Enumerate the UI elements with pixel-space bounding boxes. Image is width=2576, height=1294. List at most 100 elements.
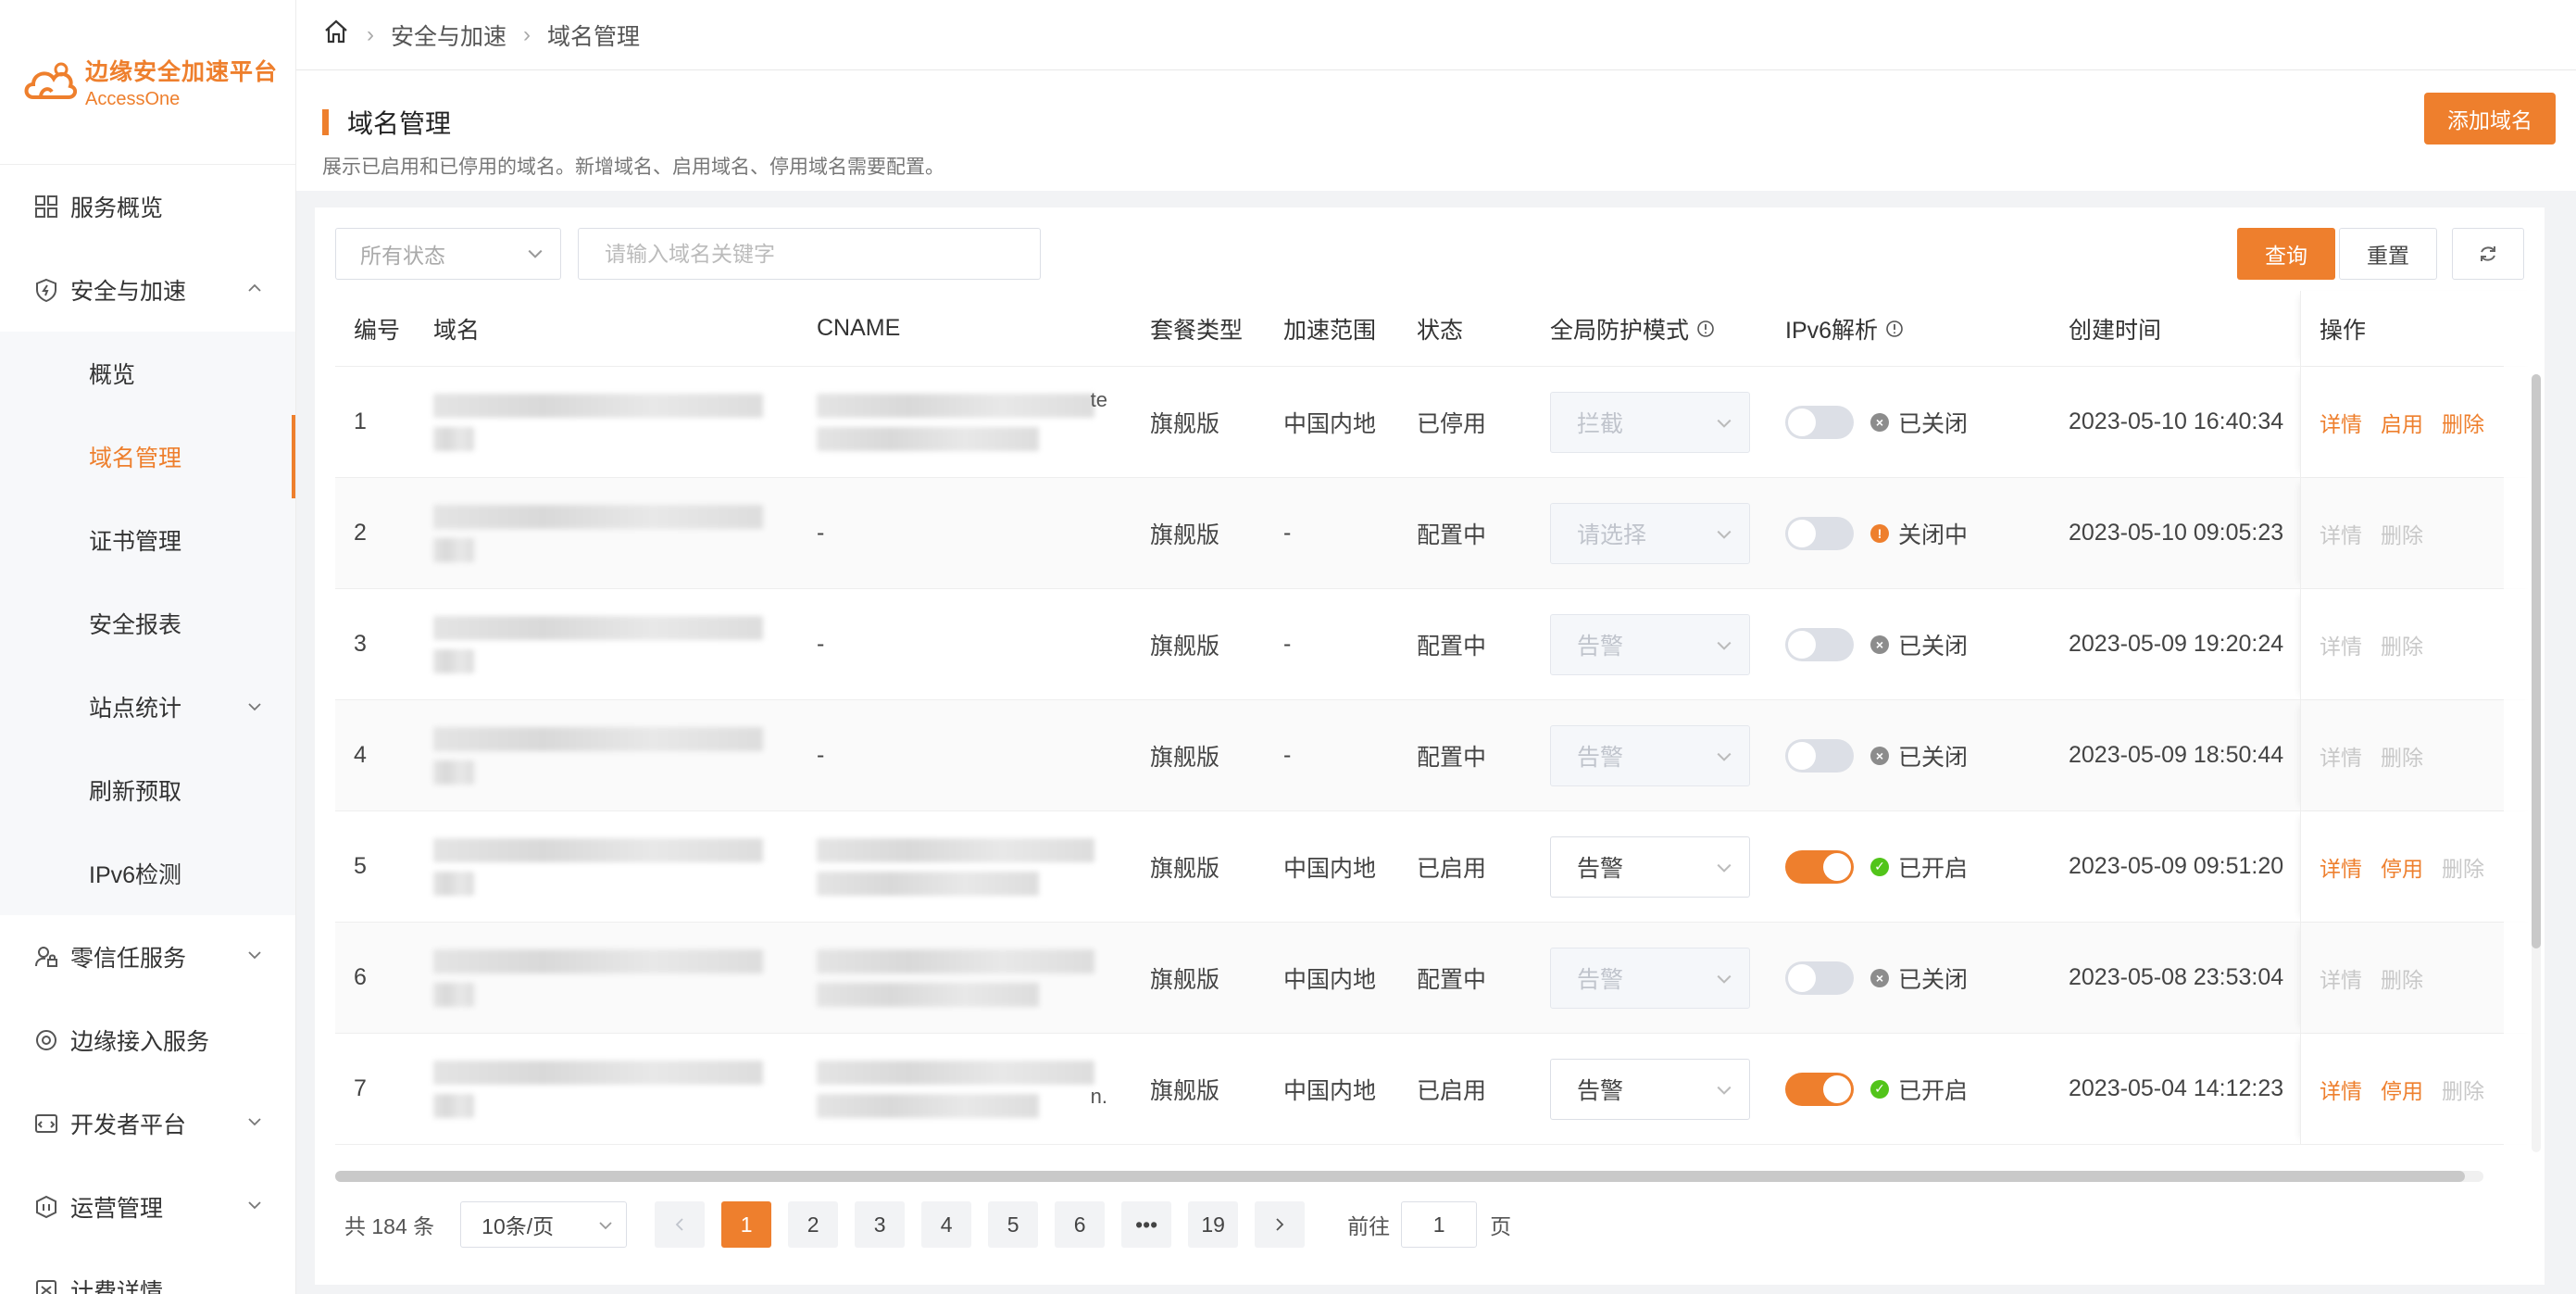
row-action-1[interactable]: 启用: [2381, 407, 2423, 438]
protection-mode-select[interactable]: 告警: [1550, 835, 1750, 898]
sidebar-item-zero-trust[interactable]: 零信任服务: [0, 915, 295, 999]
protection-mode-select[interactable]: 告警: [1550, 1058, 1750, 1120]
domain-redacted: [433, 1060, 763, 1118]
page-button[interactable]: 4: [921, 1201, 972, 1248]
column-header: 创建时间: [2069, 317, 2162, 344]
sidebar-item-domain-management[interactable]: 域名管理: [0, 415, 295, 498]
chevron-down-icon: [528, 249, 543, 258]
ipv6-toggle[interactable]: [1785, 1072, 1854, 1106]
page-button[interactable]: 1: [721, 1201, 772, 1248]
sidebar-item-security-acceleration[interactable]: 安全与加速: [0, 248, 295, 332]
chevron-down-icon: [1717, 863, 1732, 873]
domain-search-input[interactable]: [578, 228, 1041, 280]
domain-cell[interactable]: [415, 700, 798, 810]
row-action-2[interactable]: 删除: [2442, 851, 2484, 883]
row-action-1[interactable]: 删除: [2381, 629, 2423, 660]
actions-cell: 详情 启用 删除: [2300, 367, 2541, 477]
plan-cell: 旗舰版: [1150, 1077, 1220, 1104]
horizontal-scrollbar[interactable]: [335, 1171, 2483, 1182]
sidebar-item-refresh-prefetch[interactable]: 刷新预取: [0, 748, 295, 832]
row-action-2[interactable]: 删除: [2442, 407, 2484, 438]
scope-cell: 中国内地: [1283, 966, 1377, 993]
vertical-scrollbar[interactable]: [2532, 374, 2541, 1152]
row-action-0[interactable]: 详情: [2320, 518, 2362, 549]
info-icon[interactable]: [1885, 320, 1904, 338]
scope-cell: -: [1283, 520, 1292, 546]
row-action-0[interactable]: 详情: [2320, 1074, 2362, 1105]
row-action-0[interactable]: 详情: [2320, 740, 2362, 772]
table-row: 1 te 旗舰版 中国内地 已停用 拦截 × 已关闭 2023-05-10 16:40:34 详情…: [335, 367, 2504, 478]
sidebar-item-security-report[interactable]: 安全报表: [0, 582, 295, 665]
page-button[interactable]: 6: [1055, 1201, 1106, 1248]
brand-logo[interactable]: 边缘安全加速平台 AccessOne: [0, 0, 295, 165]
more-pages-button[interactable]: •••: [1121, 1201, 1172, 1248]
ipv6-toggle[interactable]: [1785, 516, 1854, 550]
status-select[interactable]: 所有状态: [335, 228, 561, 280]
edge-access-icon: [33, 1027, 59, 1053]
scrollbar-thumb[interactable]: [2532, 374, 2541, 949]
sidebar-item-overview[interactable]: 概览: [0, 332, 295, 415]
close-circle-icon: ×: [1870, 412, 1889, 432]
goto-page-input[interactable]: [1401, 1201, 1478, 1248]
row-action-1[interactable]: 删除: [2381, 518, 2423, 549]
next-page-button[interactable]: [1255, 1201, 1306, 1248]
goto-prefix: 前往: [1347, 1214, 1391, 1238]
row-action-0[interactable]: 详情: [2320, 851, 2362, 883]
page-button[interactable]: 5: [988, 1201, 1039, 1248]
sidebar-item-label: 边缘接入服务: [70, 1029, 210, 1055]
protection-mode-select[interactable]: 请选择: [1550, 502, 1750, 564]
protection-mode-select[interactable]: 告警: [1550, 947, 1750, 1009]
domain-cell[interactable]: [415, 811, 798, 922]
column-header-ipv6: IPv6解析: [1767, 291, 2050, 366]
ipv6-toggle[interactable]: [1785, 849, 1854, 884]
page-button[interactable]: 2: [788, 1201, 839, 1248]
chevron-down-icon: [248, 1201, 261, 1210]
refresh-button[interactable]: [2452, 228, 2524, 280]
domain-cell[interactable]: [415, 478, 798, 588]
sidebar-item-developer-platform[interactable]: 开发者平台: [0, 1082, 295, 1165]
prev-page-button[interactable]: [655, 1201, 706, 1248]
row-action-2[interactable]: 删除: [2442, 1074, 2484, 1105]
sidebar-item-billing[interactable]: 计费详情: [0, 1249, 295, 1294]
info-icon[interactable]: [1696, 320, 1715, 338]
query-button[interactable]: 查询: [2237, 228, 2335, 280]
domain-cell[interactable]: [415, 1034, 798, 1144]
reset-button[interactable]: 重置: [2339, 228, 2437, 280]
cname-value: -: [817, 742, 825, 768]
home-icon[interactable]: [322, 18, 350, 52]
sidebar-item-edge-access[interactable]: 边缘接入服务: [0, 999, 295, 1082]
row-action-1[interactable]: 删除: [2381, 740, 2423, 772]
sidebar-item-site-statistics[interactable]: 站点统计: [0, 665, 295, 748]
protection-mode-select[interactable]: 告警: [1550, 613, 1750, 675]
ipv6-toggle[interactable]: [1785, 738, 1854, 773]
row-action-0[interactable]: 详情: [2320, 407, 2362, 438]
protection-mode-select[interactable]: 拦截: [1550, 391, 1750, 453]
breadcrumb-separator-icon: ›: [523, 21, 531, 47]
page-button[interactable]: 19: [1188, 1201, 1239, 1248]
ipv6-toggle[interactable]: [1785, 405, 1854, 439]
domain-cell[interactable]: [415, 367, 798, 477]
row-action-1[interactable]: 停用: [2381, 1074, 2423, 1105]
protection-mode-cell: 拦截: [1532, 367, 1767, 477]
sidebar-item-ipv6-detection[interactable]: IPv6检测: [0, 832, 295, 915]
page-size-select[interactable]: 10条/页: [460, 1201, 628, 1248]
row-action-1[interactable]: 删除: [2381, 962, 2423, 994]
page-button[interactable]: 3: [855, 1201, 906, 1248]
row-action-0[interactable]: 详情: [2320, 962, 2362, 994]
sidebar-item-service-overview[interactable]: 服务概览: [0, 165, 295, 248]
sidebar-item-operations[interactable]: 运营管理: [0, 1165, 295, 1249]
add-domain-button[interactable]: 添加域名: [2424, 93, 2556, 144]
domain-cell[interactable]: [415, 589, 798, 699]
sidebar-item-certificate-management[interactable]: 证书管理: [0, 498, 295, 582]
domain-cell[interactable]: [415, 923, 798, 1033]
column-header-protection-mode: 全局防护模式: [1532, 291, 1767, 366]
breadcrumb-item[interactable]: 安全与加速: [391, 19, 506, 52]
protection-mode-select[interactable]: 告警: [1550, 724, 1750, 786]
row-action-0[interactable]: 详情: [2320, 629, 2362, 660]
sidebar-item-label: 运营管理: [70, 1196, 164, 1222]
ipv6-toggle[interactable]: [1785, 961, 1854, 995]
row-action-1[interactable]: 停用: [2381, 851, 2423, 883]
ipv6-toggle[interactable]: [1785, 627, 1854, 661]
scrollbar-thumb[interactable]: [335, 1171, 2465, 1182]
cname-value: -: [817, 520, 825, 546]
